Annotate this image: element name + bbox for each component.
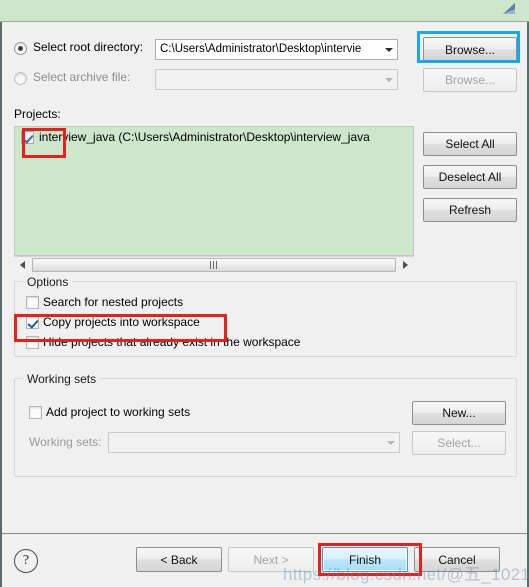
chevron-down-icon[interactable] <box>380 40 397 59</box>
scroll-left-icon[interactable] <box>14 257 31 274</box>
working-sets-group: Working sets Add project to working sets… <box>14 372 517 477</box>
radio-label-root-directory: Select root directory: <box>33 40 144 54</box>
chevron-down-icon-working-sets <box>382 433 399 452</box>
working-sets-group-title: Working sets <box>23 372 101 386</box>
root-directory-value: C:\Users\Administrator\Desktop\intervie <box>160 43 362 55</box>
wizard-header-icon <box>497 0 519 18</box>
working-sets-field-label: Working sets: <box>29 435 102 449</box>
checkbox-add-project-to-working-sets[interactable] <box>29 406 42 419</box>
root-directory-combo[interactable]: C:\Users\Administrator\Desktop\intervie <box>155 39 398 60</box>
radio-row-archive-file[interactable]: Select archive file: <box>14 68 164 90</box>
checkbox-copy-projects-into-workspace[interactable] <box>26 316 39 329</box>
radio-label-archive-file: Select archive file: <box>33 70 131 84</box>
grip-icon <box>210 261 218 269</box>
finish-button[interactable]: Finish <box>322 547 408 572</box>
deselect-all-button[interactable]: Deselect All <box>423 165 517 189</box>
select-working-set-button: Select... <box>412 431 506 455</box>
wizard-page: Select root directory: C:\Users\Administ… <box>2 23 523 533</box>
select-all-button[interactable]: Select All <box>423 132 517 156</box>
archive-file-combo <box>155 69 398 90</box>
back-button[interactable]: < Back <box>136 547 222 572</box>
options-group-title: Options <box>23 275 73 289</box>
new-working-set-button[interactable]: New... <box>412 401 506 425</box>
radio-row-root-directory[interactable]: Select root directory: <box>14 38 164 60</box>
list-item-label: interview_java (C:\Users\Administrator\D… <box>39 130 370 144</box>
projects-list[interactable]: interview_java (C:\Users\Administrator\D… <box>14 126 414 256</box>
checkbox-search-nested-projects[interactable] <box>26 296 39 309</box>
list-item[interactable]: interview_java (C:\Users\Administrator\D… <box>15 127 413 147</box>
list-item-checkbox[interactable] <box>21 131 34 144</box>
radio-select-root-directory[interactable] <box>14 42 27 55</box>
checkbox-label-add-project-to-working-sets: Add project to working sets <box>46 405 191 419</box>
browse-archive-file-button: Browse... <box>423 68 517 92</box>
footer-bar: ? < Back Next > Finish Cancel <box>2 534 527 585</box>
checkbox-hide-existing-projects[interactable] <box>26 336 39 349</box>
projects-list-hscrollbar[interactable] <box>14 256 414 273</box>
scrollbar-thumb[interactable] <box>32 258 396 272</box>
refresh-button[interactable]: Refresh <box>423 198 517 222</box>
checkbox-label-hide-existing-projects: Hide projects that already exist in the … <box>43 335 301 349</box>
working-sets-combo <box>108 432 400 453</box>
cancel-button[interactable]: Cancel <box>414 547 500 572</box>
radio-select-archive-file[interactable] <box>14 72 27 85</box>
scroll-right-icon[interactable] <box>397 257 414 274</box>
checkbox-label-copy-projects-into-workspace: Copy projects into workspace <box>43 315 200 329</box>
wizard-header-strip <box>0 0 529 22</box>
projects-label: Projects: <box>14 107 61 121</box>
import-projects-dialog: Select root directory: C:\Users\Administ… <box>0 0 529 587</box>
browse-root-directory-button[interactable]: Browse... <box>423 37 517 62</box>
chevron-down-icon-archive <box>380 70 397 89</box>
checkbox-label-search-nested-projects: Search for nested projects <box>43 295 184 309</box>
next-button: Next > <box>228 547 314 572</box>
help-icon[interactable]: ? <box>14 549 38 573</box>
options-group: Options Search for nested projects Copy … <box>14 275 517 357</box>
